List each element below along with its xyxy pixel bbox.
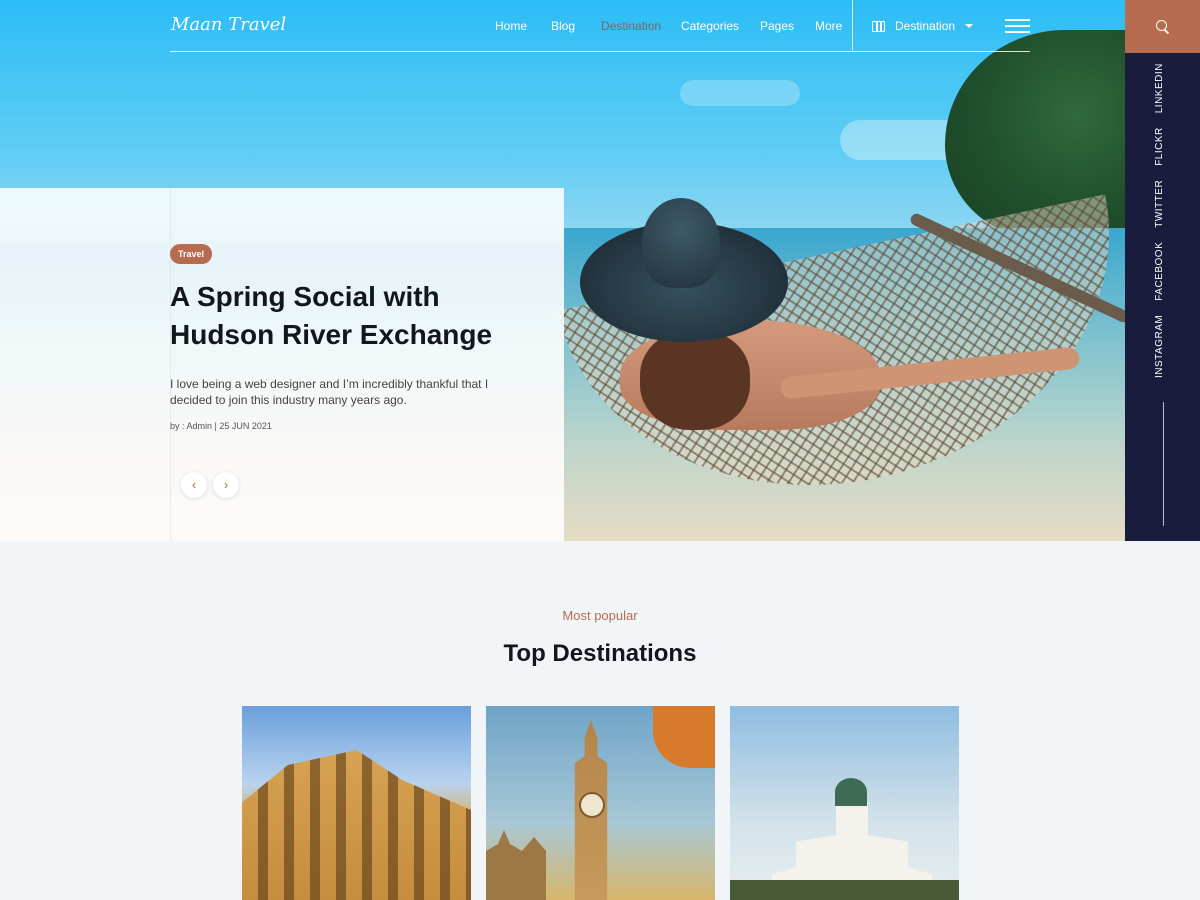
section-title: Top Destinations xyxy=(503,640,697,667)
destination-dropdown-label: Destination xyxy=(895,19,956,33)
cathedral-dome xyxy=(835,778,867,806)
trees xyxy=(730,880,959,900)
woman-hair xyxy=(640,330,750,430)
autumn-leaves xyxy=(653,706,715,768)
nav-categories[interactable]: Categories xyxy=(681,19,739,33)
nav-underline xyxy=(170,51,1030,52)
nav-blog[interactable]: Blog xyxy=(551,19,575,33)
destination-card-cathedral[interactable] xyxy=(730,706,959,900)
nav-home[interactable]: Home xyxy=(495,19,527,33)
overlay-guide-line xyxy=(170,188,171,541)
destination-card-big-ben[interactable] xyxy=(486,706,715,900)
map-icon xyxy=(872,20,885,32)
caret-down-icon xyxy=(965,24,974,28)
section-subtitle: Most popular xyxy=(562,608,638,623)
slider-prev-button[interactable]: ‹ xyxy=(181,472,207,498)
social-facebook[interactable]: FACEBOOK xyxy=(1154,242,1172,301)
cloud xyxy=(680,80,800,106)
hero-overlay-panel xyxy=(0,188,564,541)
sun-hat-crown xyxy=(642,198,720,288)
social-divider-line xyxy=(1163,402,1164,526)
search-button[interactable] xyxy=(1125,0,1200,53)
destination-dropdown[interactable]: Destination xyxy=(872,19,974,33)
hero-title[interactable]: A Spring Social with Hudson River Exchan… xyxy=(170,278,550,354)
nav-pages[interactable]: Pages xyxy=(760,19,794,33)
post-meta: by : Admin | 25 JUN 2021 xyxy=(170,421,272,431)
hamburger-menu-icon[interactable] xyxy=(1005,19,1030,33)
slider-next-button[interactable]: › xyxy=(213,472,239,498)
social-links: INSTAGRAM FACEBOOK TWITTER FLICKR LINKED… xyxy=(1154,63,1172,378)
nav-destination[interactable]: Destination xyxy=(601,19,661,33)
social-linkedin[interactable]: LINKEDIN xyxy=(1154,63,1172,113)
clock-face xyxy=(579,792,605,818)
nav-divider xyxy=(852,0,853,52)
social-flickr[interactable]: FLICKR xyxy=(1154,127,1172,166)
category-badge[interactable]: Travel xyxy=(170,244,213,264)
colosseum-image xyxy=(242,750,471,900)
social-instagram[interactable]: INSTAGRAM xyxy=(1154,315,1172,378)
social-twitter[interactable]: TWITTER xyxy=(1154,180,1172,228)
parliament-building xyxy=(486,830,546,900)
search-icon xyxy=(1156,20,1168,32)
hero-description: I love being a web designer and I’m incr… xyxy=(170,377,489,407)
nav-more[interactable]: More xyxy=(815,19,842,33)
destination-card-colosseum[interactable] xyxy=(242,706,471,900)
site-logo[interactable]: Maan Travel xyxy=(171,14,286,35)
